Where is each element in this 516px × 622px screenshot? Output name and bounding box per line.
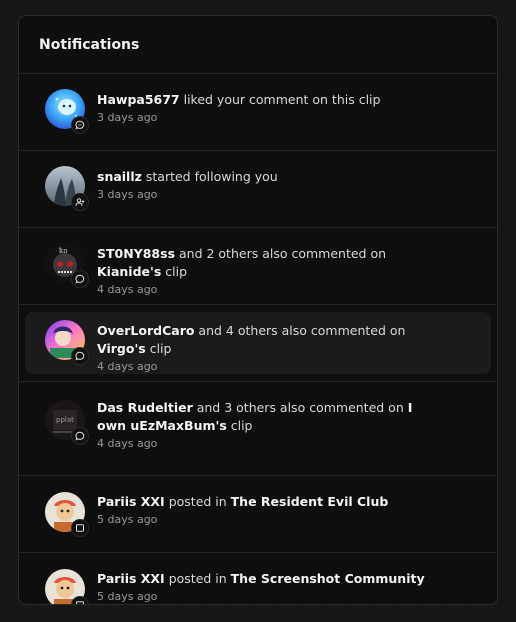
notification-time: 5 days ago <box>97 590 158 603</box>
notification-text: snaillz started following you 3 days ago <box>97 168 427 203</box>
notification-text: ST0NY88ss and 2 others also commented on… <box>97 245 427 298</box>
user-plus-icon <box>71 193 89 211</box>
comment-icon <box>71 427 89 445</box>
notification-text: Das Rudeltier and 3 others also commente… <box>97 399 427 452</box>
notification-time: 3 days ago <box>97 111 158 124</box>
notification-text: Pariis XXI posted in The Resident Evil C… <box>97 493 427 528</box>
svg-text:pplat: pplat <box>56 416 74 424</box>
panel-header: Notifications <box>19 16 497 74</box>
notification-user[interactable]: Pariis XXI <box>97 571 165 586</box>
notification-user[interactable]: Hawpa5677 <box>97 92 180 107</box>
notification-item[interactable]: Pariis XXI posted in The Screenshot Comm… <box>19 553 497 604</box>
notification-time: 3 days ago <box>97 188 158 201</box>
notification-time: 4 days ago <box>97 283 158 296</box>
notification-user[interactable]: Pariis XXI <box>97 494 165 509</box>
notification-text: OverLordCaro and 4 others also commented… <box>97 322 427 375</box>
notification-user[interactable]: ST0NY88ss <box>97 246 175 261</box>
notification-user[interactable]: Das Rudeltier <box>97 400 193 415</box>
notification-item[interactable]: snaillz started following you 3 days ago <box>19 151 497 228</box>
comment-icon <box>71 270 89 288</box>
notification-user[interactable]: snaillz <box>97 169 142 184</box>
post-icon <box>71 596 89 604</box>
comment-icon <box>71 116 89 134</box>
comment-icon <box>71 347 89 365</box>
notification-item[interactable]: ꝁo ST0NY88ss and 2 others also commented… <box>19 228 497 305</box>
post-icon <box>71 519 89 537</box>
notification-time: 4 days ago <box>97 437 158 450</box>
panel-title: Notifications <box>39 36 140 53</box>
notification-item[interactable]: Pariis XXI posted in The Resident Evil C… <box>19 476 497 553</box>
notification-time: 4 days ago <box>97 360 158 373</box>
notification-text: Pariis XXI posted in The Screenshot Comm… <box>97 570 427 604</box>
notification-text: Hawpa5677 liked your comment on this cli… <box>97 91 427 126</box>
notification-time: 5 days ago <box>97 513 158 526</box>
notification-item[interactable]: pplat Das Rudeltier and 3 others also co… <box>19 382 497 476</box>
notification-item[interactable]: OverLordCaro and 4 others also commented… <box>19 305 497 382</box>
notification-list: Hawpa5677 liked your comment on this cli… <box>19 74 497 604</box>
svg-text:ꝁo: ꝁo <box>59 247 68 255</box>
notification-user[interactable]: OverLordCaro <box>97 323 194 338</box>
notifications-panel: Notifications Hawpa5677 liked your comme… <box>18 15 498 605</box>
notification-item[interactable]: Hawpa5677 liked your comment on this cli… <box>19 74 497 151</box>
